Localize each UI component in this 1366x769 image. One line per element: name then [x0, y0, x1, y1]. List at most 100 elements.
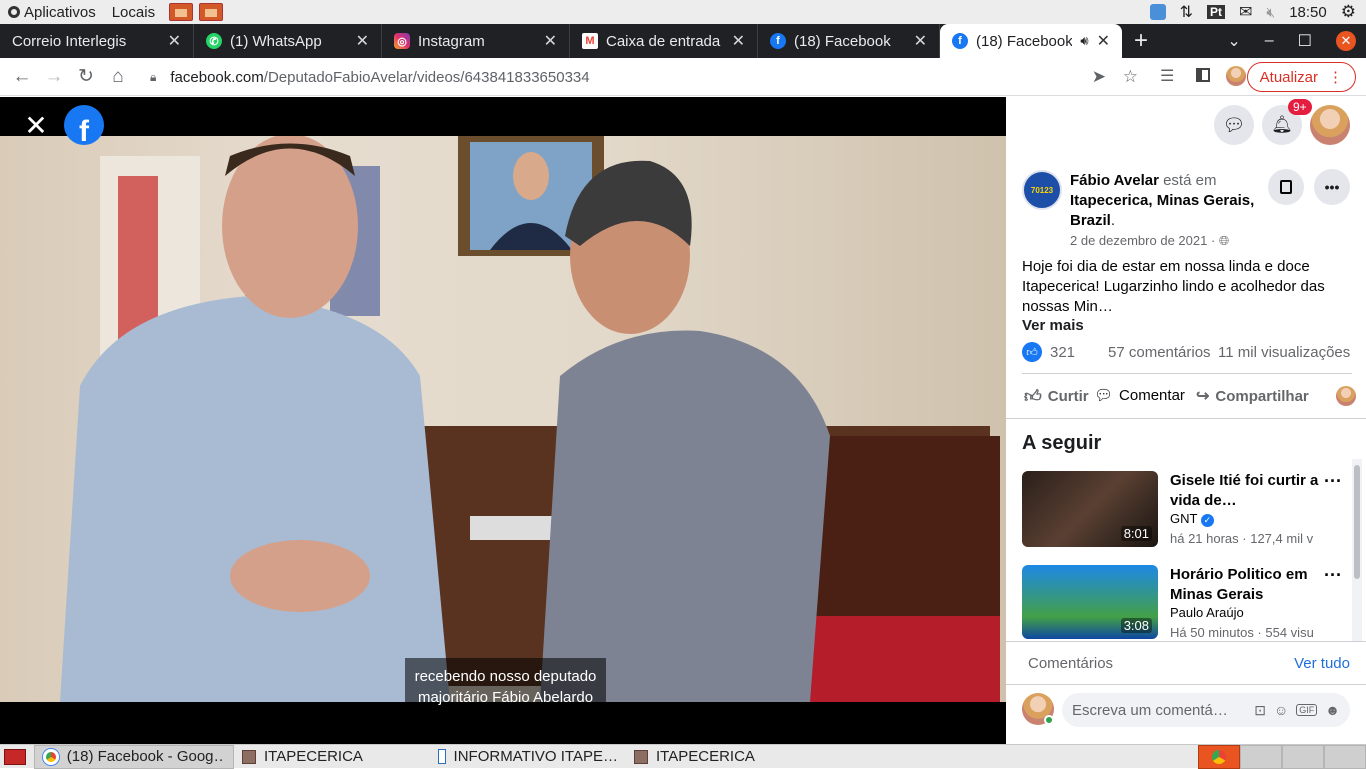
share-arrow-icon: ↪ — [1196, 388, 1210, 405]
tab-instagram[interactable]: ◎ Instagram ✕ — [382, 24, 570, 58]
next-video-item[interactable]: 3:08 Horário Politico em Minas Gerais Pa… — [1022, 565, 1352, 643]
location-link[interactable]: Itapecerica, Minas Gerais, Brazil — [1070, 192, 1254, 229]
author-name[interactable]: Fábio Avelar — [1070, 172, 1159, 189]
post-date[interactable]: 2 de dezembro de 2021 — [1070, 233, 1207, 248]
tab-close-icon[interactable]: ✕ — [732, 31, 745, 51]
workspace-switcher[interactable] — [1198, 745, 1366, 769]
send-share-icon[interactable]: ➤ — [1092, 67, 1106, 87]
tab-search-chevron-icon[interactable]: ⌄ — [1227, 31, 1240, 51]
tab-facebook-active[interactable]: f (18) Facebook 🔊︎ ✕ — [940, 24, 1122, 58]
apps-menu[interactable]: Aplicativos — [0, 4, 104, 21]
close-video-icon[interactable]: ✕ — [18, 107, 54, 143]
settings-gear-icon[interactable]: ⚙ — [1341, 2, 1356, 22]
video-duration: 3:08 — [1120, 618, 1152, 633]
video-player[interactable]: ✕ f recebendo nosso deputado majoritário… — [0, 97, 1006, 744]
see-more-link[interactable]: Ver mais — [1022, 317, 1084, 334]
mail-indicator-icon[interactable]: ✉ — [1239, 2, 1252, 22]
taskbar-item-itapecerica-2[interactable]: ITAPECERICA — [626, 745, 822, 769]
minimize-icon[interactable]: – — [1265, 32, 1274, 50]
places-menu[interactable]: Locais — [104, 4, 163, 21]
share-button[interactable]: ↪ Compartilhar — [1196, 386, 1309, 406]
video-meta: há 21 horas · 127,4 mil vi — [1170, 531, 1314, 546]
tab-close-icon[interactable]: ✕ — [168, 31, 181, 51]
bookmark-icon — [1280, 180, 1292, 194]
scrollbar-thumb[interactable] — [1354, 465, 1360, 579]
lock-icon[interactable]: 🔒︎ — [150, 70, 156, 85]
account-avatar[interactable] — [1310, 105, 1350, 145]
online-dot — [1044, 715, 1054, 725]
apps-menu-label: Aplicativos — [24, 3, 96, 21]
app-indicator-icon[interactable] — [1149, 4, 1166, 20]
bookmark-star-icon[interactable]: ☆ — [1123, 67, 1138, 87]
tab-close-icon[interactable]: ✕ — [1097, 31, 1110, 51]
comment-count[interactable]: 57 comentários — [1108, 344, 1211, 361]
folder-launcher-icon[interactable] — [169, 3, 194, 21]
reading-list-icon[interactable]: ☰ — [1160, 66, 1174, 86]
taskbar-item-itapecerica[interactable]: ITAPECERICA — [234, 745, 430, 769]
workspace-2[interactable] — [1240, 745, 1282, 769]
tab-close-icon[interactable]: ✕ — [356, 31, 369, 51]
clock[interactable]: 18:50 — [1289, 4, 1327, 21]
see-all-link[interactable]: Ver tudo — [1294, 655, 1350, 672]
comments-label: Comentários — [1028, 655, 1114, 672]
folder-launcher-icon-2[interactable] — [199, 3, 224, 21]
author-avatar[interactable]: 70123 — [1022, 170, 1062, 210]
like-reaction-icon[interactable]: 👍︎ — [1022, 342, 1042, 362]
show-desktop-icon[interactable] — [4, 748, 26, 765]
keyboard-layout-indicator[interactable]: Pt — [1206, 5, 1225, 19]
workspace-3[interactable] — [1282, 745, 1324, 769]
address-bar[interactable]: 🔒︎ facebook.com/DeputadoFabioAvelar/vide… — [140, 62, 1154, 92]
gif-icon[interactable]: GIF — [1296, 704, 1318, 716]
taskbar-item-chrome[interactable]: (18) Facebook - Goog… — [34, 744, 234, 769]
like-button[interactable]: 👍︎ Curtir — [1024, 386, 1089, 407]
taskbar-item-informativo[interactable]: INFORMATIVO ITAPE… — [430, 745, 626, 769]
tab-gmail[interactable]: M Caixa de entrada ( ✕ — [570, 24, 758, 58]
network-icon[interactable]: ⇅ — [1180, 2, 1193, 22]
like-count[interactable]: 321 — [1050, 344, 1075, 361]
tab-title: Instagram — [418, 32, 485, 50]
tab-title: (18) Facebook — [976, 32, 1073, 50]
next-video-item[interactable]: 8:01 Gisele Itié foi curtir a vida de… G… — [1022, 471, 1352, 549]
sticker-icon[interactable]: ⊡ — [1254, 702, 1266, 719]
reaction-selector-avatar[interactable] — [1336, 386, 1356, 406]
comment-button[interactable]: 💬︎ Comentar — [1094, 386, 1185, 405]
more-vert-icon: ⋮ — [1328, 69, 1343, 86]
window-close-icon[interactable]: ✕ — [1336, 31, 1356, 51]
video-title[interactable]: Gisele Itié foi curtir a vida de… — [1170, 471, 1320, 511]
more-options-button[interactable]: ••• — [1314, 169, 1350, 205]
video-thumbnail: 8:01 — [1022, 471, 1158, 547]
update-button[interactable]: Atualizar ⋮ — [1246, 62, 1356, 92]
emoji-icon[interactable]: ☺ — [1274, 702, 1288, 718]
audio-playing-icon[interactable]: 🔊︎ — [1080, 33, 1088, 49]
video-channel[interactable]: Paulo Araújo — [1170, 605, 1314, 620]
video-channel[interactable]: GNT — [1170, 511, 1197, 526]
tab-whatsapp[interactable]: ✆ (1) WhatsApp ✕ — [194, 24, 382, 58]
save-post-button[interactable] — [1268, 169, 1304, 205]
avatar-sticker-icon[interactable]: ☻ — [1325, 702, 1340, 718]
new-tab-plus-icon[interactable]: + — [1122, 24, 1160, 58]
profile-avatar[interactable] — [1226, 66, 1246, 86]
tab-facebook[interactable]: f (18) Facebook ✕ — [758, 24, 940, 58]
list-scrollbar[interactable] — [1352, 459, 1362, 641]
maximize-icon[interactable]: ☐ — [1298, 31, 1312, 51]
tab-correio[interactable]: Correio Interlegis ✕ — [0, 24, 194, 58]
workspace-1[interactable] — [1198, 745, 1240, 769]
facebook-logo-icon[interactable]: f — [64, 105, 104, 145]
messenger-button[interactable]: 💬︎ — [1214, 105, 1254, 145]
back-arrow-icon[interactable]: ← — [6, 61, 38, 93]
video-title[interactable]: Horário Politico em Minas Gerais — [1170, 565, 1320, 605]
author-status: está em — [1158, 172, 1217, 189]
comment-input[interactable]: Escreva um comentá… ⊡ ☺ GIF ☻ — [1062, 693, 1350, 727]
tab-close-icon[interactable]: ✕ — [914, 31, 927, 51]
forward-arrow-icon[interactable]: → — [38, 61, 70, 93]
video-more-icon[interactable]: ··· — [1324, 565, 1342, 586]
volume-muted-icon[interactable]: 🔇︎ — [1266, 4, 1275, 21]
thumbs-up-icon: 👍︎ — [1024, 387, 1042, 406]
tab-close-icon[interactable]: ✕ — [544, 31, 557, 51]
video-more-icon[interactable]: ··· — [1324, 471, 1342, 492]
home-icon[interactable]: ⌂ — [102, 61, 134, 93]
side-panel-icon[interactable] — [1196, 68, 1210, 82]
taskbar-item-label: INFORMATIVO ITAPE… — [453, 748, 618, 765]
reload-icon[interactable]: ↻ — [70, 61, 102, 93]
workspace-4[interactable] — [1324, 745, 1366, 769]
